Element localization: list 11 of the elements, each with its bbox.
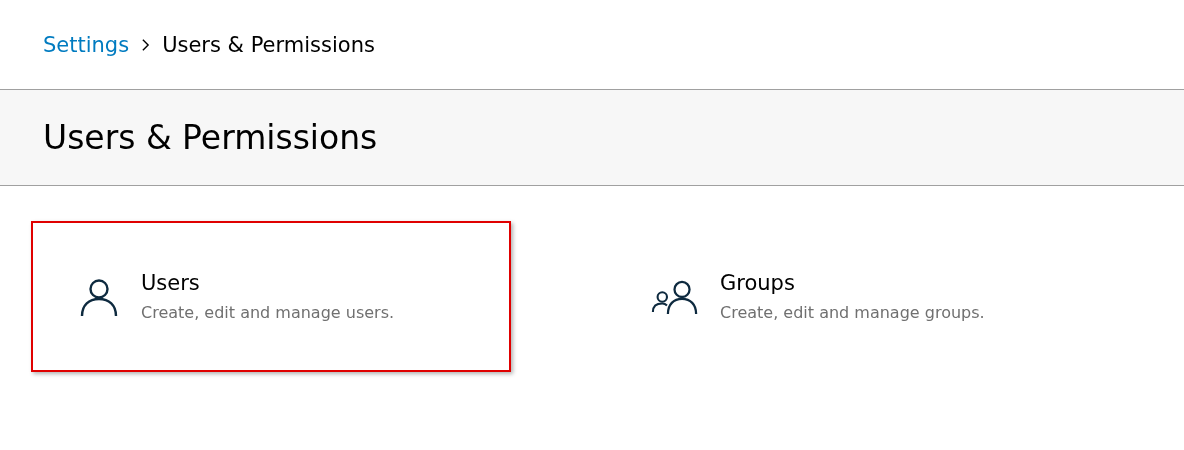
user-icon <box>79 276 119 317</box>
chevron-icon <box>141 37 151 52</box>
page-title: Users & Permissions <box>43 118 378 157</box>
card-title: Groups <box>720 271 796 295</box>
breadcrumb-link[interactable]: Settings <box>43 32 130 57</box>
settings-card[interactable]: Groups Create, edit and manage groups. <box>603 221 1083 372</box>
card-title: Users <box>141 271 201 295</box>
card-description: Create, edit and manage users. <box>141 303 395 322</box>
breadcrumb-current: Users & Permissions <box>162 32 375 57</box>
settings-card[interactable]: Users Create, edit and manage users. <box>31 221 511 372</box>
card-description: Create, edit and manage groups. <box>720 303 985 322</box>
